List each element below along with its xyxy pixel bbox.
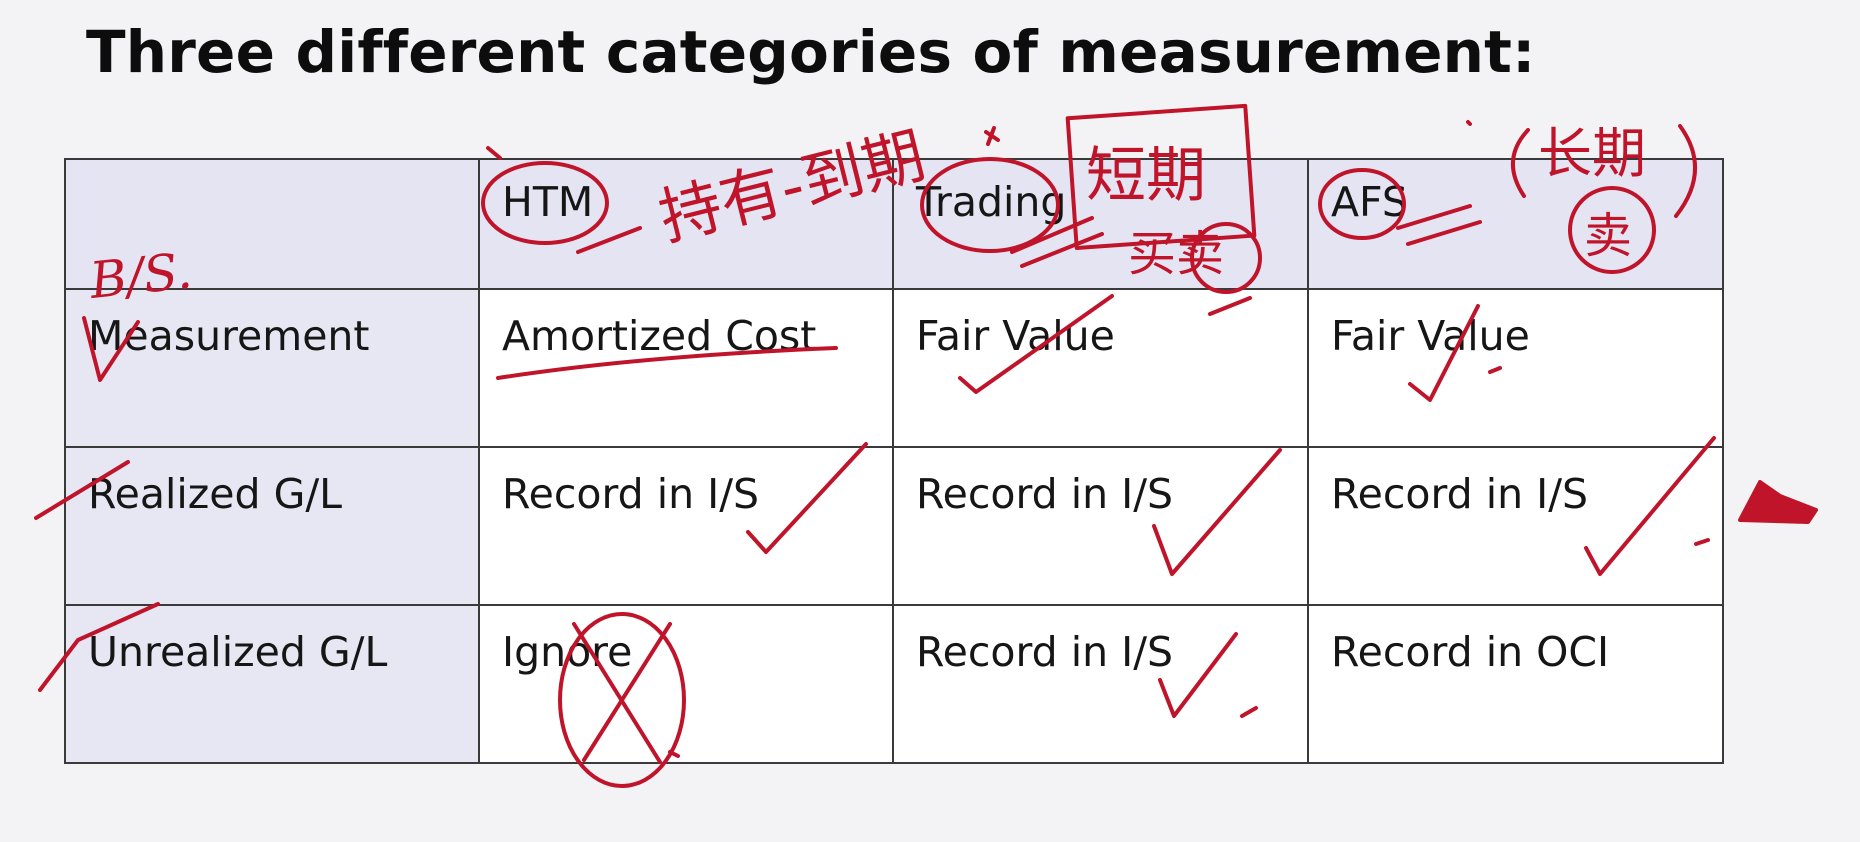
cell-trading-measurement: Fair Value xyxy=(892,288,1309,448)
cell-trading-unrealized: Record in I/S xyxy=(892,604,1309,764)
row-label-unrealized: Unrealized G/L xyxy=(64,604,480,764)
cell-htm-measurement: Amortized Cost xyxy=(478,288,894,448)
table-row: Realized G/L Record in I/S Record in I/S… xyxy=(64,446,1724,606)
table-row: Measurement Amortized Cost Fair Value Fa… xyxy=(64,288,1724,448)
measurement-table: HTM Trading AFS Measurement Amortized Co… xyxy=(64,158,1724,764)
cell-afs-unrealized: Record in OCI xyxy=(1307,604,1724,764)
cell-afs-realized: Record in I/S xyxy=(1307,446,1724,606)
header-htm: HTM xyxy=(478,158,894,290)
cell-htm-realized: Record in I/S xyxy=(478,446,894,606)
cell-htm-unrealized: Ignore xyxy=(478,604,894,764)
slide-title: Three different categories of measuremen… xyxy=(86,18,1536,86)
table-header-row: HTM Trading AFS xyxy=(64,158,1724,290)
row-label-measurement: Measurement xyxy=(64,288,480,448)
table-row: Unrealized G/L Ignore Record in I/S Reco… xyxy=(64,604,1724,764)
header-trading: Trading xyxy=(892,158,1309,290)
mark-outside xyxy=(1738,480,1818,524)
header-afs: AFS xyxy=(1307,158,1724,290)
cell-afs-measurement: Fair Value xyxy=(1307,288,1724,448)
header-corner-cell xyxy=(64,158,480,290)
row-label-realized: Realized G/L xyxy=(64,446,480,606)
cell-trading-realized: Record in I/S xyxy=(892,446,1309,606)
